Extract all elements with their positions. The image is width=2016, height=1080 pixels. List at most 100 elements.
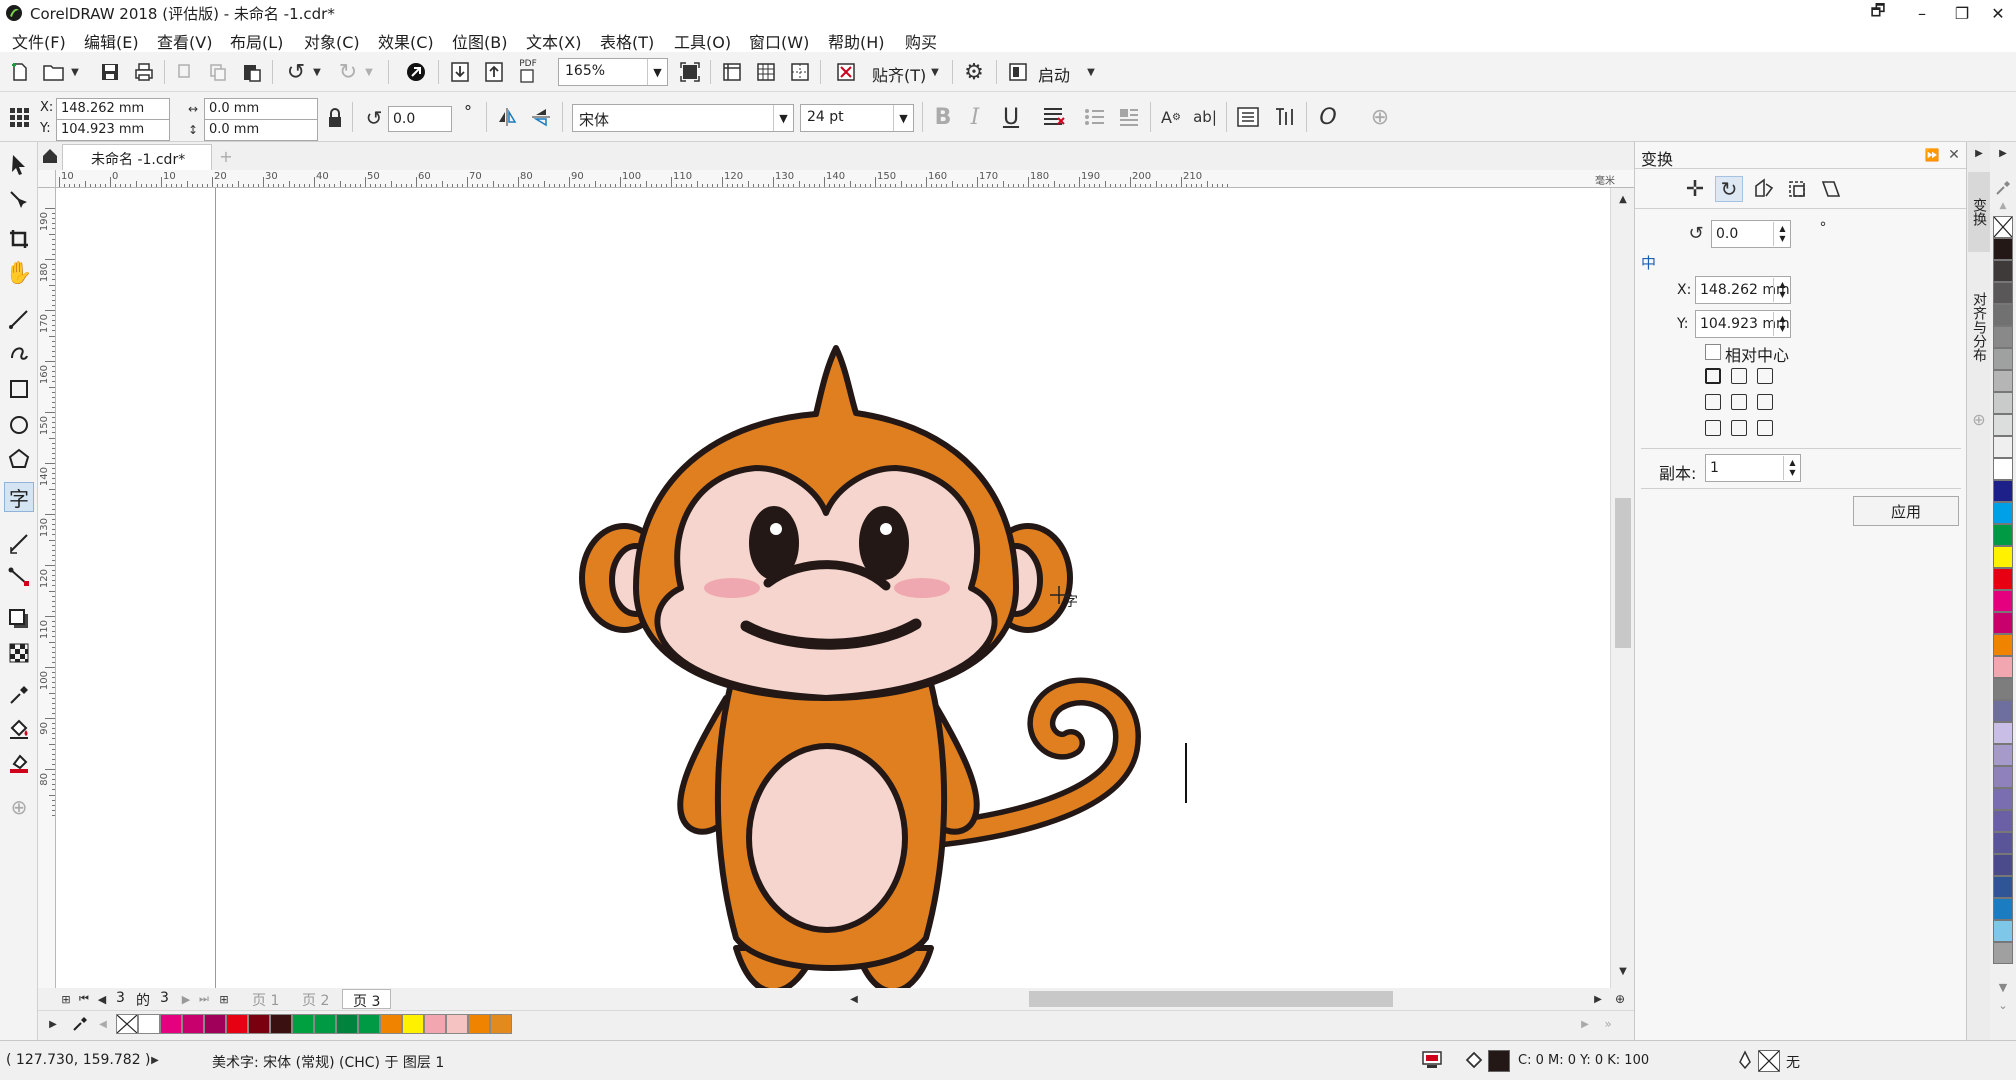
crop-tool-icon[interactable] (4, 224, 34, 254)
palette-color-swatch[interactable] (1993, 282, 2013, 304)
anchor-top-center[interactable] (1731, 368, 1747, 384)
document-color-swatch[interactable] (468, 1014, 490, 1034)
palette-scroll-down-icon[interactable]: ▼ (1993, 980, 2013, 994)
docker-collapse-icon[interactable]: ⏩ (1923, 146, 1941, 164)
palette-color-swatch[interactable] (1993, 590, 2013, 612)
palette-color-eyedropper-icon[interactable] (1993, 178, 2013, 198)
anchor-bottom-left[interactable] (1705, 420, 1721, 436)
snap-off-icon[interactable] (832, 58, 860, 86)
palette-color-swatch[interactable] (1993, 876, 2013, 898)
undo-icon[interactable]: ↺ (282, 58, 310, 86)
palette-color-swatch[interactable] (1993, 370, 2013, 392)
add-icon[interactable]: ⊕ (1366, 104, 1394, 130)
pan-tool-icon[interactable]: ✋ (4, 258, 34, 288)
menu-edit[interactable]: 编辑(E) (84, 29, 139, 53)
menu-tools[interactable]: 工具(O) (674, 29, 731, 53)
zoom-level-dropdown[interactable]: 165% ▼ (558, 58, 668, 86)
menu-layout[interactable]: 布局(L) (230, 29, 283, 53)
palette-color-swatch[interactable] (1993, 810, 2013, 832)
scroll-down-icon[interactable]: ▼ (1613, 964, 1633, 978)
home-icon[interactable] (40, 146, 60, 166)
horizontal-scrollbar[interactable]: ◀ ▶ ⊕ (845, 988, 1634, 1010)
docker-tab-transform[interactable]: 变换 (1968, 172, 1990, 252)
palette-color-swatch[interactable] (1993, 502, 2013, 524)
polygon-tool-icon[interactable] (4, 444, 34, 474)
bold-icon[interactable]: B (930, 104, 956, 130)
anchor-top-right[interactable] (1757, 368, 1773, 384)
document-color-swatch[interactable] (380, 1014, 402, 1034)
rotation-spinner-icon[interactable]: ▲ ▼ (1773, 222, 1791, 246)
italic-icon[interactable]: I (962, 104, 988, 130)
document-color-swatch[interactable] (336, 1014, 358, 1034)
previous-page-icon[interactable]: ◀ (94, 991, 110, 1007)
anchor-bottom-right[interactable] (1757, 420, 1773, 436)
y-position-input[interactable]: 104.923 mm (56, 119, 170, 141)
fill-color-swatch[interactable] (1488, 1050, 1510, 1072)
anchor-center[interactable] (1731, 394, 1747, 410)
last-page-icon[interactable]: ⏭ (196, 991, 212, 1007)
document-color-swatch[interactable] (402, 1014, 424, 1034)
docker-tabs-arrow-icon[interactable]: ▶ (1970, 146, 1988, 160)
palette-options-icon[interactable]: ▶ (1993, 146, 2013, 160)
palette-color-swatch[interactable] (1993, 392, 2013, 414)
palette-eyedropper-icon[interactable] (70, 1015, 90, 1033)
bullet-list-icon[interactable] (1082, 104, 1108, 130)
horizontal-ruler[interactable]: 毫米 10 0 10 20 30 40 50 60 70 80 90 100 110 120 130 140 1… (55, 170, 1635, 188)
palette-color-swatch[interactable] (1993, 854, 2013, 876)
rotation-angle-input[interactable]: 0.0 (388, 106, 452, 132)
scroll-left-icon[interactable]: ◀ (847, 992, 861, 1006)
vertical-ruler[interactable]: 190 180 170 160 150 140 130 120 110 100 90 80 (38, 188, 56, 988)
palette-menu-icon[interactable]: ▶ (46, 1017, 60, 1031)
cut-icon[interactable] (172, 58, 200, 86)
smart-fill-tool-icon[interactable] (4, 748, 34, 778)
document-color-swatch[interactable] (446, 1014, 468, 1034)
lock-ratio-icon[interactable] (324, 106, 346, 130)
relative-center-checkbox[interactable] (1705, 344, 1721, 360)
palette-color-swatch[interactable] (1993, 260, 2013, 282)
text-tool-icon[interactable]: 字 (4, 482, 34, 512)
palette-color-swatch[interactable] (1993, 656, 2013, 678)
menu-buy[interactable]: 购买 (905, 29, 937, 53)
ruler-origin-corner[interactable] (38, 170, 56, 188)
mirror-vertical-icon[interactable] (528, 104, 554, 130)
palette-color-swatch[interactable] (1993, 678, 2013, 700)
no-fill-swatch[interactable] (1993, 216, 2013, 238)
rotate-mode-icon[interactable]: ↻ (1715, 176, 1743, 202)
menu-text[interactable]: 文本(X) (526, 29, 581, 53)
interactive-fill-tool-icon[interactable] (4, 714, 34, 744)
launch-icon[interactable] (1004, 58, 1032, 86)
outline-color-swatch[interactable] (1758, 1050, 1780, 1072)
document-color-swatch[interactable] (160, 1014, 182, 1034)
scroll-right-icon[interactable]: ▶ (1591, 992, 1605, 1006)
docker-tab-align-distribute[interactable]: 对齐与分布 (1968, 262, 1990, 392)
open-folder-icon[interactable] (40, 58, 68, 86)
palette-color-swatch[interactable] (1993, 920, 2013, 942)
vertical-scrollbar[interactable]: ▲ ▼ (1610, 188, 1634, 988)
full-screen-preview-icon[interactable] (676, 58, 704, 86)
document-color-swatch[interactable] (292, 1014, 314, 1034)
ellipse-tool-icon[interactable] (4, 410, 34, 440)
palette-color-swatch[interactable] (1993, 304, 2013, 326)
palette-color-swatch[interactable] (1993, 238, 2013, 260)
import-icon[interactable] (446, 58, 474, 86)
page-tab-3[interactable]: 页 3 (342, 989, 392, 1010)
palette-scroll-up-icon[interactable]: ▲ (1993, 200, 2013, 212)
new-document-icon[interactable] (6, 58, 34, 86)
maximize-button[interactable]: ❐ (1942, 0, 1982, 26)
text-properties-icon[interactable]: A ⚙ (1158, 104, 1184, 130)
palette-color-swatch[interactable] (1993, 568, 2013, 590)
palette-color-swatch[interactable] (1993, 942, 2013, 964)
page-tab-1[interactable]: 页 1 (242, 989, 289, 1009)
show-guidelines-icon[interactable] (786, 58, 814, 86)
snap-dropdown-icon[interactable]: ▼ (928, 58, 942, 86)
scroll-up-icon[interactable]: ▲ (1613, 192, 1633, 206)
vertical-scroll-thumb[interactable] (1615, 498, 1631, 648)
launch-label[interactable]: 启动 (1038, 62, 1070, 86)
palette-color-swatch[interactable] (1993, 722, 2013, 744)
x-position-input[interactable]: 148.262 mm (56, 98, 170, 120)
y-spinner-icon[interactable]: ▲ ▼ (1773, 312, 1791, 336)
menu-window[interactable]: 窗口(W) (749, 29, 809, 53)
anchor-bottom-center[interactable] (1731, 420, 1747, 436)
mirror-horizontal-icon[interactable] (494, 104, 520, 130)
text-alignment-icon[interactable] (1040, 104, 1068, 130)
